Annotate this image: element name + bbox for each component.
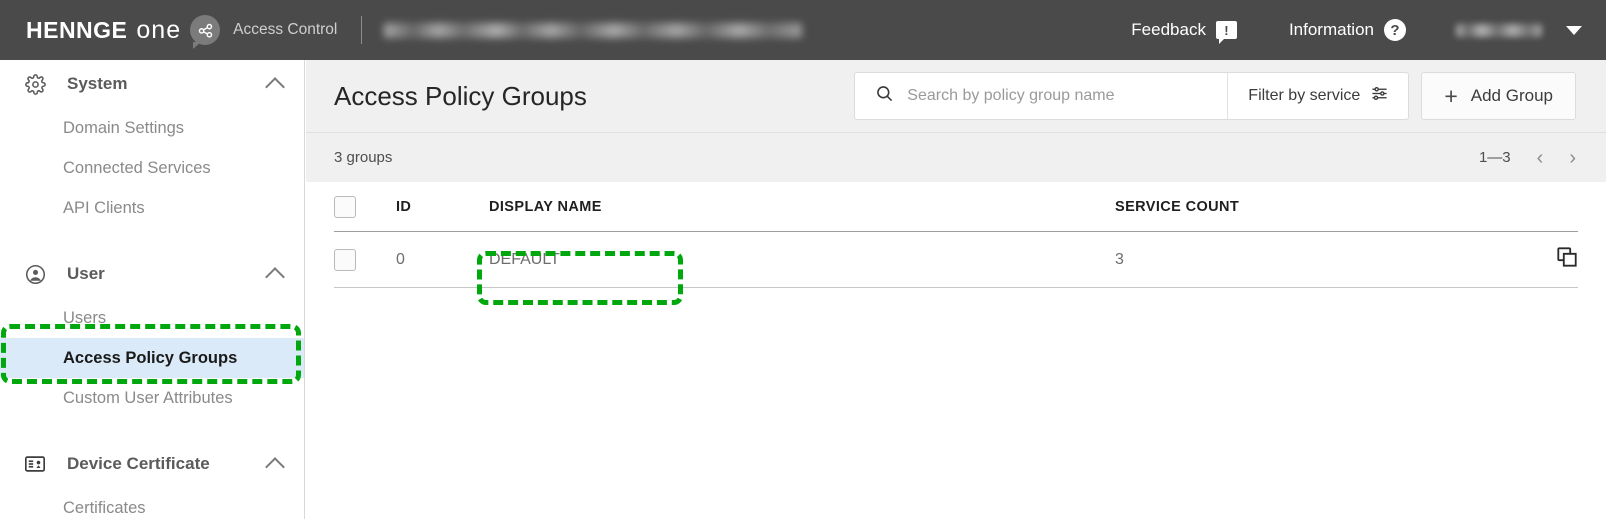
sidebar-section-label: User [67, 264, 105, 283]
chevron-up-icon[interactable] [265, 76, 285, 97]
brand-one-text: one [136, 15, 182, 44]
column-header-id[interactable]: ID [396, 199, 489, 215]
chevron-down-icon[interactable] [1566, 25, 1582, 35]
sidebar-item-connected-services[interactable]: Connected Services [0, 148, 304, 188]
plus-icon: + [1444, 82, 1458, 109]
select-all-checkbox[interactable] [334, 195, 356, 218]
search-icon [875, 84, 894, 108]
sidebar-section-label: System [67, 74, 128, 93]
add-group-label: Add Group [1470, 86, 1553, 105]
sidebar-gap-1 [0, 228, 304, 250]
page-title: Access Policy Groups [334, 80, 587, 111]
header-controls: Filter by service [854, 72, 1576, 120]
app-name-label: Access Control [233, 21, 338, 38]
chevron-up-icon[interactable] [265, 266, 285, 287]
sidebar-item-custom-user-attributes[interactable]: Custom User Attributes [0, 378, 304, 418]
account-name-redacted[interactable] [1456, 23, 1542, 37]
pagination: 1—3 ‹ › [1479, 148, 1576, 168]
sidebar-item-certificates[interactable]: Certificates [0, 488, 304, 519]
sidebar-item-domain-settings[interactable]: Domain Settings [0, 108, 304, 148]
copy-duplicate-icon[interactable] [1556, 246, 1578, 273]
sidebar-item-access-policy-groups[interactable]: Access Policy Groups [0, 338, 304, 378]
brand-hengge-text: HENNGE [26, 16, 128, 43]
pagination-range: 1—3 [1478, 149, 1511, 166]
search-filter-group: Filter by service [854, 72, 1410, 120]
search-input[interactable] [907, 87, 1210, 105]
chevron-up-icon[interactable] [265, 456, 285, 477]
row-actions-cell [1516, 246, 1578, 273]
page-header: Access Policy Groups Filter by serv [306, 60, 1606, 132]
sidebar-item-api-clients[interactable]: API Clients [0, 188, 304, 228]
sidebar: System Domain Settings Connected Service… [0, 60, 305, 519]
share-nodes-icon [190, 15, 221, 49]
list-toolbar: 3 groups 1—3 ‹ › [306, 132, 1606, 182]
sidebar-gap-2 [0, 418, 304, 440]
group-count-label: 3 groups [334, 149, 393, 166]
row-select-cell [334, 248, 396, 271]
cell-id: 0 [396, 250, 405, 268]
help-circle-icon: ? [1384, 19, 1406, 41]
sidebar-section-device-certificate[interactable]: Device Certificate [0, 440, 304, 488]
feedback-button[interactable]: Feedback ! [1131, 20, 1237, 44]
table-row[interactable]: 0 DEFAULT 3 [334, 232, 1578, 288]
feedback-bubble-icon: ! [1215, 21, 1237, 44]
user-circle-icon [22, 264, 48, 285]
tune-sliders-icon [1371, 85, 1388, 107]
row-checkbox[interactable] [334, 248, 356, 271]
id-card-icon [22, 453, 48, 475]
information-label: Information [1288, 20, 1374, 39]
table-header-row: ID DISPLAY NAME SERVICE COUNT [334, 182, 1578, 232]
cell-display-name[interactable]: DEFAULT [489, 251, 1115, 269]
sidebar-section-label: Device Certificate [67, 454, 210, 473]
feedback-icon-glyph: ! [1224, 22, 1229, 38]
sidebar-section-system[interactable]: System [0, 60, 304, 108]
chevron-left-icon[interactable]: ‹ [1537, 148, 1544, 168]
feedback-label: Feedback [1131, 20, 1206, 39]
gear-icon [22, 73, 48, 95]
top-bar-right: Feedback ! Information ? [1131, 19, 1606, 44]
search-field-wrap [855, 73, 1227, 119]
chevron-right-icon[interactable]: › [1569, 148, 1576, 168]
header-divider [361, 16, 363, 44]
add-group-button[interactable]: + Add Group [1421, 72, 1576, 120]
top-bar: HENNGE one Access Control Feedback ! Inf… [0, 0, 1606, 60]
select-all-cell [334, 195, 396, 218]
cell-service-count: 3 [1115, 250, 1124, 268]
brand-logo[interactable]: HENNGE one [0, 15, 221, 49]
main-content: Access Policy Groups Filter by serv [306, 60, 1606, 519]
policy-groups-table: ID DISPLAY NAME SERVICE COUNT 0 DEFAULT … [306, 182, 1606, 288]
filter-by-service-label: Filter by service [1248, 87, 1361, 104]
column-header-service-count[interactable]: SERVICE COUNT [1115, 199, 1516, 215]
filter-by-service-button[interactable]: Filter by service [1227, 73, 1408, 119]
app-root: HENNGE one Access Control Feedback ! Inf… [0, 0, 1606, 519]
sidebar-section-user[interactable]: User [0, 250, 304, 298]
sidebar-item-users[interactable]: Users [0, 298, 304, 338]
tenant-domain-redacted [384, 22, 803, 38]
information-button[interactable]: Information ? [1289, 19, 1406, 41]
column-header-display-name[interactable]: DISPLAY NAME [489, 199, 1115, 215]
